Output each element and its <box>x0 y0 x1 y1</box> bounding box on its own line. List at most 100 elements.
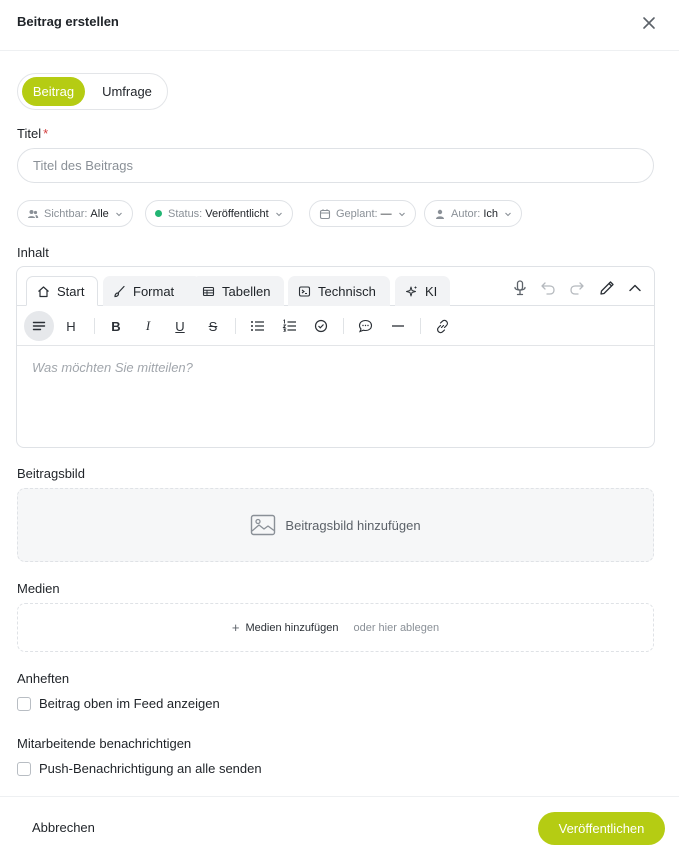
bullet-list-icon <box>250 321 264 331</box>
toolbar-separator <box>94 318 95 334</box>
rich-text-editor: Start Format Tabellen Technisch KI H B I… <box>16 266 655 448</box>
pin-checkbox-label: Beitrag oben im Feed anzeigen <box>39 696 220 711</box>
horizontal-rule-icon <box>392 325 404 327</box>
scheduled-chip-value: — <box>380 207 392 220</box>
link-button[interactable] <box>427 311 457 341</box>
edit-mode-button[interactable] <box>598 279 616 297</box>
status-chip[interactable]: Status: Veröffentlicht <box>145 200 293 227</box>
speech-bubble-icon <box>358 319 372 333</box>
dialog-title: Beitrag erstellen <box>17 14 119 29</box>
microphone-icon <box>514 280 526 296</box>
title-label: Titel * <box>17 126 48 141</box>
status-chip-value: Veröffentlicht <box>205 207 269 220</box>
paragraph-button[interactable] <box>24 311 54 341</box>
toolbar-separator <box>235 318 236 334</box>
heading-button[interactable]: H <box>56 311 86 341</box>
chevron-down-icon <box>275 212 282 216</box>
toolbar-separator <box>420 318 421 334</box>
pencil-icon <box>600 281 614 295</box>
tab-start-label: Start <box>57 283 85 299</box>
pin-checkbox[interactable] <box>17 696 31 711</box>
content-label: Inhalt <box>17 245 49 260</box>
calendar-icon <box>319 208 331 219</box>
numbered-list-icon <box>282 319 296 332</box>
toolbar-separator <box>343 318 344 334</box>
notify-checkbox-row[interactable]: Push-Benachrichtigung an alle senden <box>17 761 262 776</box>
type-poll-button[interactable]: Umfrage <box>91 77 163 106</box>
publish-button[interactable]: Veröffentlichen <box>538 812 665 845</box>
home-icon <box>38 285 49 297</box>
media-dropzone[interactable]: + Medien hinzufügen oder hier ablegen <box>17 603 654 652</box>
task-list-button[interactable] <box>306 311 336 341</box>
pin-checkbox-row[interactable]: Beitrag oben im Feed anzeigen <box>17 696 220 711</box>
cancel-button[interactable]: Abbrechen <box>32 820 95 835</box>
notify-checkbox-label: Push-Benachrichtigung an alle senden <box>39 761 262 776</box>
plus-icon: + <box>231 620 240 635</box>
scheduled-chip[interactable]: Geplant: — <box>309 200 416 227</box>
table-icon <box>202 286 215 296</box>
visibility-chip[interactable]: Sichtbar: Alle <box>17 200 133 227</box>
dialog-footer: Abbrechen Veröffentlichen <box>0 796 679 853</box>
close-button[interactable] <box>640 14 658 32</box>
post-type-switch: Beitrag Umfrage <box>17 73 168 110</box>
chevron-down-icon <box>505 212 511 216</box>
chevron-down-icon <box>398 212 405 216</box>
media-action: Medien hinzufügen <box>245 621 339 634</box>
redo-icon <box>570 282 584 295</box>
comment-button[interactable] <box>350 311 380 341</box>
tab-ai-label: KI <box>425 283 438 299</box>
chevron-up-icon <box>629 284 641 292</box>
close-icon <box>643 17 655 29</box>
paragraph-icon <box>32 321 46 331</box>
editor-tabs: Start Format Tabellen Technisch KI <box>17 267 654 306</box>
image-icon <box>251 514 276 536</box>
bullet-list-button[interactable] <box>242 311 272 341</box>
editor-placeholder[interactable]: Was möchten Sie mitteilen? <box>32 360 193 375</box>
strikethrough-button[interactable]: S <box>198 311 228 341</box>
tab-format[interactable]: Format <box>103 276 201 306</box>
users-icon <box>28 209 39 218</box>
sparkle-icon <box>406 286 417 296</box>
status-chip-label: Status: <box>168 207 203 220</box>
media-drop-hint: oder hier ablegen <box>353 621 440 634</box>
type-post-button[interactable]: Beitrag <box>22 77 85 106</box>
scheduled-chip-label: Geplant: <box>336 207 378 220</box>
voice-input-button[interactable] <box>511 279 529 297</box>
dialog-header: Beitrag erstellen <box>0 0 679 51</box>
horizontal-rule-button[interactable] <box>383 311 413 341</box>
undo-icon <box>541 282 555 295</box>
author-chip[interactable]: Autor: Ich <box>424 200 523 227</box>
tab-tables[interactable]: Tabellen <box>192 276 284 306</box>
author-chip-value: Ich <box>483 207 499 220</box>
italic-button[interactable]: I <box>133 311 163 341</box>
tab-technical[interactable]: Technisch <box>288 276 390 306</box>
cover-image-action: Beitragsbild hinzufügen <box>285 517 421 533</box>
pin-label: Anheften <box>17 671 70 686</box>
notify-checkbox[interactable] <box>17 761 31 776</box>
redo-button[interactable] <box>568 279 586 297</box>
cover-image-dropzone[interactable]: Beitragsbild hinzufügen <box>17 488 654 562</box>
user-icon <box>436 209 444 219</box>
formatting-toolbar: H B I U S <box>17 306 654 346</box>
tab-ai[interactable]: KI <box>395 276 450 306</box>
brush-icon <box>114 285 125 297</box>
link-icon <box>436 319 448 333</box>
undo-button[interactable] <box>539 279 557 297</box>
tab-start[interactable]: Start <box>26 276 98 306</box>
visibility-chip-value: Alle <box>90 207 109 220</box>
title-input[interactable] <box>17 148 654 183</box>
notify-label: Mitarbeitende benachrichtigen <box>17 736 192 751</box>
tab-tables-label: Tabellen <box>222 283 271 299</box>
author-chip-label: Autor: <box>451 207 481 220</box>
visibility-chip-label: Sichtbar: <box>44 207 88 220</box>
status-dot <box>155 210 162 217</box>
collapse-toolbar-button[interactable] <box>626 279 644 297</box>
underline-button[interactable]: U <box>165 311 195 341</box>
check-circle-icon <box>314 319 328 333</box>
required-mark: * <box>43 126 49 141</box>
cover-image-label: Beitragsbild <box>17 466 85 481</box>
bold-button[interactable]: B <box>101 311 131 341</box>
terminal-icon <box>298 285 311 297</box>
title-label-text: Titel <box>17 126 42 141</box>
numbered-list-button[interactable] <box>274 311 304 341</box>
